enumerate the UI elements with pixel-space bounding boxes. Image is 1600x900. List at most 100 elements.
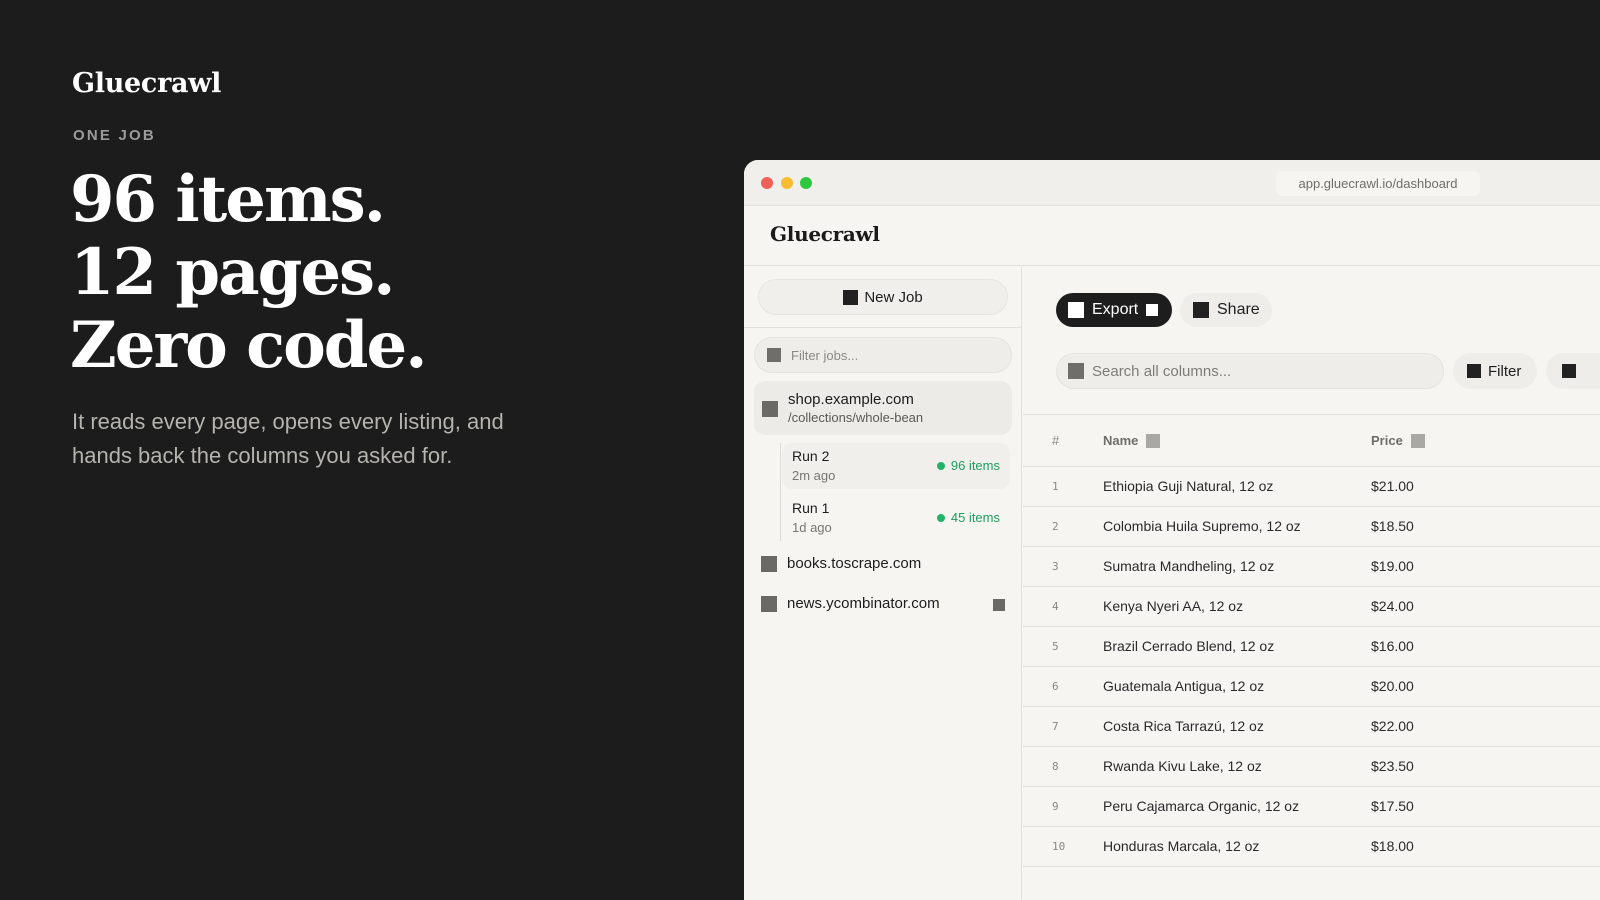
- cell-price: $20.00: [1371, 678, 1414, 694]
- share-label: Share: [1217, 301, 1260, 318]
- minimize-window-dot[interactable]: [781, 177, 793, 189]
- cell-name: Sumatra Mandheling, 12 oz: [1103, 558, 1275, 574]
- run-time: 1d ago: [792, 520, 832, 535]
- maximize-window-dot[interactable]: [800, 177, 812, 189]
- column-header-name-label: Name: [1103, 433, 1139, 448]
- row-number: 7: [1052, 720, 1059, 733]
- cell-name: Honduras Marcala, 12 oz: [1103, 838, 1260, 854]
- sidebar-job-shop-example[interactable]: shop.example.com /collections/whole-bean: [754, 381, 1012, 435]
- new-job-button[interactable]: New Job: [758, 279, 1008, 315]
- run-count-label: 96 items: [950, 458, 1000, 473]
- cell-name: Costa Rica Tarrazú, 12 oz: [1103, 718, 1264, 734]
- status-dot-icon: [936, 513, 945, 522]
- run-time: 2m ago: [792, 468, 836, 483]
- cell-name: Colombia Huila Supremo, 12 oz: [1103, 518, 1301, 534]
- hero-subcopy: It reads every page, opens every listing…: [72, 409, 504, 468]
- run-item-count: 45 items: [936, 510, 1000, 525]
- headline-line-2: 12 pages.: [70, 235, 395, 310]
- share-icon: [1193, 302, 1209, 318]
- run-tree-line: [780, 443, 781, 541]
- filter-jobs-placeholder: Filter jobs...: [791, 347, 859, 363]
- table-row[interactable]: 6 Guatemala Antigua, 12 oz $20.00: [1023, 667, 1600, 707]
- export-button[interactable]: Export: [1056, 293, 1172, 327]
- cell-price: $18.50: [1371, 518, 1414, 534]
- globe-icon: [761, 596, 777, 612]
- row-number: 2: [1052, 520, 1059, 533]
- search-columns-placeholder: Search all columns...: [1092, 362, 1232, 380]
- globe-icon: [761, 556, 777, 572]
- table-row[interactable]: 2 Colombia Huila Supremo, 12 oz $18.50: [1023, 507, 1600, 547]
- table-row[interactable]: 1 Ethiopia Guji Natural, 12 oz $21.00: [1023, 467, 1600, 507]
- cell-name: Kenya Nyeri AA, 12 oz: [1103, 598, 1244, 614]
- more-icon[interactable]: [993, 599, 1005, 611]
- app-header: Gluecrawl: [744, 206, 1600, 266]
- row-number: 3: [1052, 560, 1059, 573]
- cell-price: $18.00: [1371, 838, 1414, 854]
- row-number: 5: [1052, 640, 1059, 653]
- run-item-count: 96 items: [936, 458, 1000, 473]
- column-type-icon: [1410, 433, 1425, 448]
- row-number: 9: [1052, 800, 1059, 813]
- new-job-label: New Job: [864, 288, 923, 306]
- cell-price: $22.00: [1371, 718, 1414, 734]
- run-name: Run 2: [792, 448, 830, 464]
- column-header-price[interactable]: Price: [1371, 433, 1425, 448]
- filter-button[interactable]: Filter: [1453, 353, 1537, 389]
- address-bar[interactable]: app.gluecrawl.io/dashboard: [1276, 171, 1480, 196]
- job-host: books.toscrape.com: [787, 555, 922, 572]
- main-panel: Export Share Search all columns... Filte…: [1023, 267, 1600, 900]
- cell-name: Guatemala Antigua, 12 oz: [1103, 678, 1265, 694]
- table-row[interactable]: 9 Peru Cajamarca Organic, 12 oz $17.50: [1023, 787, 1600, 827]
- table-row[interactable]: 7 Costa Rica Tarrazú, 12 oz $22.00: [1023, 707, 1600, 747]
- sidebar-divider: [744, 327, 1022, 328]
- status-dot-icon: [936, 461, 945, 470]
- table-row[interactable]: 8 Rwanda Kivu Lake, 12 oz $23.50: [1023, 747, 1600, 787]
- download-icon: [1068, 302, 1084, 318]
- column-type-icon: [1146, 433, 1161, 448]
- headline-line-3: Zero code.: [70, 308, 428, 383]
- columns-icon: [1562, 364, 1576, 378]
- table-body: 1 Ethiopia Guji Natural, 12 oz $21.00 2 …: [1023, 467, 1600, 867]
- close-window-dot[interactable]: [761, 177, 773, 189]
- brand-logo: Gluecrawl: [72, 68, 222, 99]
- job-host: shop.example.com: [788, 391, 914, 408]
- sidebar: New Job Filter jobs... shop.example.com …: [744, 267, 1022, 900]
- table-row[interactable]: 5 Brazil Cerrado Blend, 12 oz $16.00: [1023, 627, 1600, 667]
- search-icon: [767, 348, 781, 362]
- hero-headline: 96 items. 12 pages. Zero code.: [70, 162, 428, 383]
- search-columns-input[interactable]: Search all columns...: [1056, 353, 1444, 389]
- cell-name: Ethiopia Guji Natural, 12 oz: [1103, 478, 1274, 494]
- sidebar-job-news-ycombinator[interactable]: news.ycombinator.com: [761, 593, 1011, 617]
- row-number: 4: [1052, 600, 1059, 613]
- run-name: Run 1: [792, 500, 830, 516]
- row-number: 1: [1052, 480, 1059, 493]
- column-header-name[interactable]: Name: [1103, 433, 1161, 448]
- plus-icon: [843, 289, 859, 305]
- cell-price: $16.00: [1371, 638, 1414, 654]
- share-button[interactable]: Share: [1180, 293, 1272, 327]
- filter-jobs-input[interactable]: Filter jobs...: [754, 337, 1012, 373]
- table-row[interactable]: 3 Sumatra Mandheling, 12 oz $19.00: [1023, 547, 1600, 587]
- sidebar-job-books-toscrape[interactable]: books.toscrape.com: [761, 553, 1011, 577]
- cell-price: $24.00: [1371, 598, 1414, 614]
- row-number: 8: [1052, 760, 1059, 773]
- headline-line-1: 96 items.: [70, 162, 386, 237]
- cell-name: Brazil Cerrado Blend, 12 oz: [1103, 638, 1275, 654]
- app-window: app.gluecrawl.io/dashboard Gluecrawl New…: [744, 160, 1600, 900]
- column-header-num: #: [1052, 433, 1060, 448]
- app-logo[interactable]: Gluecrawl: [770, 222, 880, 246]
- table-row[interactable]: 4 Kenya Nyeri AA, 12 oz $24.00: [1023, 587, 1600, 627]
- run-item-2[interactable]: Run 2 2m ago 96 items: [782, 443, 1010, 489]
- chevron-down-icon: [1146, 304, 1159, 316]
- job-path: /collections/whole-bean: [788, 410, 924, 425]
- run-item-1[interactable]: Run 1 1d ago 45 items: [782, 495, 1010, 541]
- columns-button[interactable]: [1546, 353, 1600, 389]
- table-header: # Name Price: [1023, 415, 1600, 467]
- cell-price: $17.50: [1371, 798, 1414, 814]
- search-icon: [1068, 363, 1084, 379]
- column-header-price-label: Price: [1371, 433, 1403, 448]
- window-titlebar: app.gluecrawl.io/dashboard: [744, 160, 1600, 206]
- row-number: 6: [1052, 680, 1059, 693]
- cell-name: Rwanda Kivu Lake, 12 oz: [1103, 758, 1262, 774]
- table-row[interactable]: 10 Honduras Marcala, 12 oz $18.00: [1023, 827, 1600, 867]
